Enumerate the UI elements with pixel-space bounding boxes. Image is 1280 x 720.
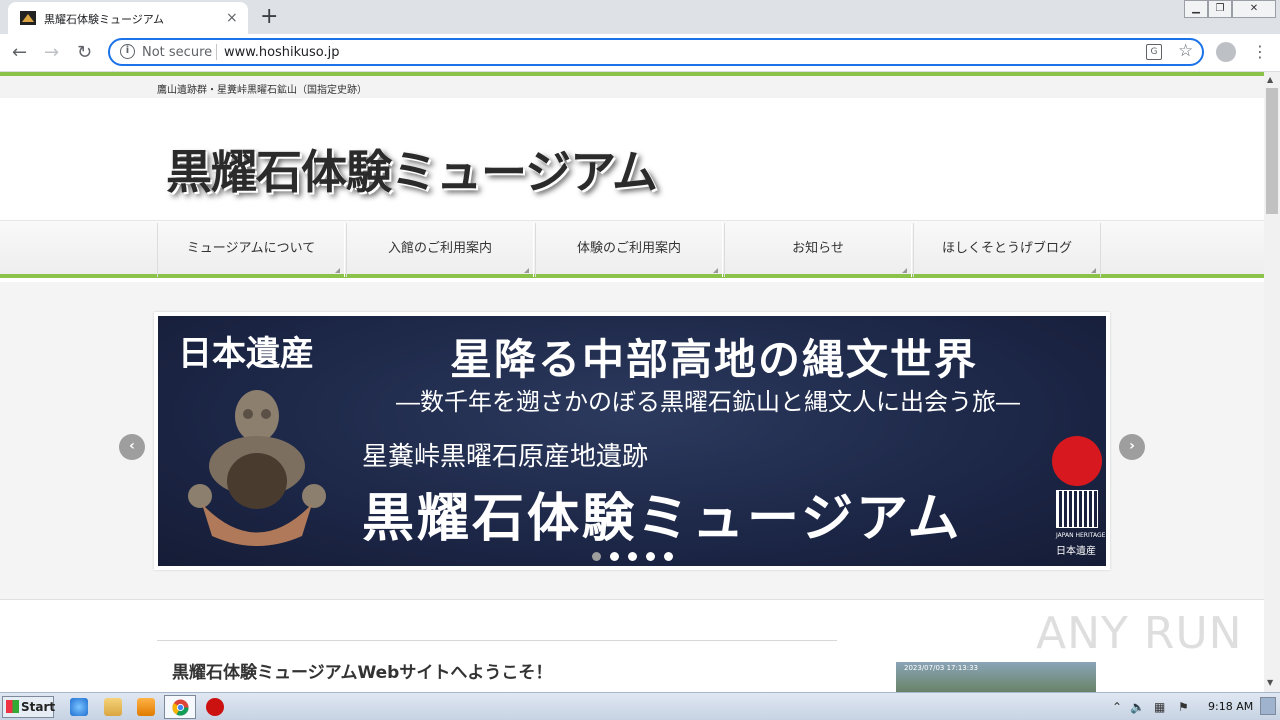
address-bar[interactable]: i Not secure www.hoshikuso.jp G ☆ bbox=[108, 38, 1204, 66]
tab-title: 黒耀石体験ミュージアム bbox=[44, 13, 165, 26]
volume-icon[interactable]: 🔈 bbox=[1130, 700, 1145, 714]
badge-caption: JAPAN HERITAGE bbox=[1056, 532, 1106, 539]
tray-expand-icon[interactable]: ⌃ bbox=[1112, 700, 1122, 714]
japan-heritage-logo-icon bbox=[1056, 490, 1098, 528]
chrome-taskbar-button[interactable] bbox=[164, 695, 196, 719]
omnibox-separator bbox=[216, 44, 217, 60]
museum-favicon-icon bbox=[20, 11, 36, 25]
slide-site-name: 星糞峠黒曜石原産地遺跡 bbox=[362, 442, 649, 472]
show-desktop-button[interactable] bbox=[1260, 697, 1276, 715]
slide-frame: 日本遺産 星降る中部高地の縄文世界 ―数千年を遡さかのぼる黒曜石鉱山と縄文人に出… bbox=[154, 312, 1110, 570]
back-arrow-icon[interactable]: ← bbox=[12, 42, 27, 63]
nav-item-admission[interactable]: 入館のご利用案内 bbox=[346, 223, 534, 277]
anyrun-watermark: ANY RUN bbox=[1036, 608, 1243, 659]
slider-next-button[interactable]: › bbox=[1119, 434, 1145, 460]
tab-strip: 黒耀石体験ミュージアム × + ▁ ❐ ✕ bbox=[0, 0, 1280, 34]
nav-item-label: ミュージアムについて bbox=[186, 241, 316, 256]
japan-heritage-sun-icon bbox=[1052, 436, 1102, 486]
slide-museum-name: 黒耀石体験ミュージアム bbox=[362, 488, 963, 549]
slide-subtitle: ―数千年を遡さかのぼる黒曜石鉱山と縄文人に出会う旅― bbox=[396, 388, 1020, 416]
nav-item-label: ほしくそとうげブログ bbox=[941, 241, 1072, 256]
windows-logo-icon bbox=[6, 700, 19, 713]
not-secure-label[interactable]: Not secure bbox=[142, 45, 212, 60]
hero-slider: ‹ › 日本遺産 星降る中部高地の縄文世界 ―数千年を遡さかのぼる黒曜石鉱山と縄… bbox=[0, 282, 1264, 600]
webcam-timestamp: 2023/07/03 17:13:33 bbox=[904, 664, 979, 672]
file-explorer-icon[interactable] bbox=[104, 698, 122, 716]
translate-icon[interactable]: G bbox=[1146, 44, 1162, 60]
media-player-icon[interactable] bbox=[137, 698, 155, 716]
content-divider bbox=[157, 640, 837, 641]
close-window-button[interactable]: ✕ bbox=[1232, 0, 1276, 18]
start-label: Start bbox=[21, 700, 56, 714]
chrome-icon bbox=[172, 699, 189, 716]
slide-title: 星降る中部高地の縄文世界 bbox=[450, 335, 979, 384]
site-logo[interactable]: 黒耀石体験ミュージアム bbox=[166, 136, 658, 202]
slide-banner[interactable]: 日本遺産 星降る中部高地の縄文世界 ―数千年を遡さかのぼる黒曜石鉱山と縄文人に出… bbox=[158, 316, 1106, 566]
restore-button[interactable]: ❐ bbox=[1208, 0, 1232, 18]
nav-item-label: お知らせ bbox=[792, 241, 844, 256]
nav-item-news[interactable]: お知らせ bbox=[724, 223, 912, 277]
browser-tab[interactable]: 黒耀石体験ミュージアム × bbox=[8, 2, 248, 34]
subheader-text: 鷹山遺跡群・星糞峠黒曜石鉱山（国指定史跡） bbox=[157, 85, 367, 96]
slider-dot-4[interactable] bbox=[646, 552, 655, 561]
tab-close-icon[interactable]: × bbox=[226, 10, 238, 26]
main-nav: ミュージアムについて 入館のご利用案内 体験のご利用案内 お知らせ ほしくそとう… bbox=[0, 220, 1264, 278]
corner-marker-icon bbox=[713, 268, 718, 273]
taskbar-clock[interactable]: 9:18 AM bbox=[1208, 700, 1253, 713]
forward-arrow-icon[interactable]: → bbox=[44, 42, 59, 63]
corner-marker-icon bbox=[902, 268, 907, 273]
info-icon[interactable]: i bbox=[120, 44, 135, 59]
corner-marker-icon bbox=[524, 268, 529, 273]
slider-dot-1[interactable] bbox=[592, 552, 601, 561]
slider-dots bbox=[592, 546, 682, 561]
account-avatar-icon[interactable] bbox=[1216, 42, 1236, 62]
nav-item-about[interactable]: ミュージアムについて bbox=[157, 223, 345, 277]
slide-japan-heritage: 日本遺産 bbox=[178, 334, 314, 374]
url-text[interactable]: www.hoshikuso.jp bbox=[224, 45, 340, 60]
page-scrollbar[interactable]: ▲ ▼ bbox=[1264, 72, 1280, 692]
network-icon[interactable]: ▦ bbox=[1154, 700, 1165, 714]
dogu-figurine-image bbox=[188, 390, 326, 546]
slider-dot-2[interactable] bbox=[610, 552, 619, 561]
new-tab-button[interactable]: + bbox=[260, 4, 278, 29]
action-center-flag-icon[interactable]: ⚑ bbox=[1178, 700, 1189, 714]
scroll-down-arrow-icon[interactable]: ▼ bbox=[1267, 678, 1273, 687]
corner-marker-icon bbox=[335, 268, 340, 273]
start-button[interactable]: Start bbox=[2, 696, 56, 718]
kebab-menu-icon[interactable]: ⋮ bbox=[1252, 42, 1268, 61]
internet-explorer-icon[interactable] bbox=[70, 698, 88, 716]
scroll-thumb[interactable] bbox=[1266, 88, 1278, 214]
corner-marker-icon bbox=[1091, 268, 1096, 273]
bookmark-star-icon[interactable]: ☆ bbox=[1178, 41, 1193, 61]
windows-taskbar: Start ⌃ 🔈 ▦ ⚑ 9:18 AM bbox=[0, 692, 1280, 720]
slider-prev-button[interactable]: ‹ bbox=[119, 434, 145, 460]
site-subheader: 鷹山遺跡群・星糞峠黒曜石鉱山（国指定史跡） bbox=[0, 76, 1264, 98]
site-header: 黒耀石体験ミュージアム bbox=[0, 98, 1264, 220]
nav-item-blog[interactable]: ほしくそとうげブログ bbox=[913, 223, 1101, 277]
nav-item-label: 体験のご利用案内 bbox=[576, 241, 681, 256]
shield-alert-icon[interactable] bbox=[206, 698, 224, 716]
browser-toolbar: ← → ↻ i Not secure www.hoshikuso.jp G ☆ … bbox=[0, 34, 1280, 72]
slider-dot-3[interactable] bbox=[628, 552, 637, 561]
welcome-heading: 黒耀石体験ミュージアムWebサイトへようこそ！ bbox=[172, 663, 553, 683]
scroll-up-arrow-icon[interactable]: ▲ bbox=[1267, 75, 1273, 84]
nav-item-experience[interactable]: 体験のご利用案内 bbox=[535, 223, 723, 277]
reload-icon[interactable]: ↻ bbox=[77, 42, 92, 63]
badge-name: 日本遺産 bbox=[1056, 546, 1096, 557]
nav-item-label: 入館のご利用案内 bbox=[387, 241, 492, 256]
minimize-button[interactable]: ▁ bbox=[1184, 0, 1208, 18]
slider-dot-5[interactable] bbox=[664, 552, 673, 561]
page-viewport: 鷹山遺跡群・星糞峠黒曜石鉱山（国指定史跡） 黒耀石体験ミュージアム ミュージアム… bbox=[0, 72, 1264, 692]
